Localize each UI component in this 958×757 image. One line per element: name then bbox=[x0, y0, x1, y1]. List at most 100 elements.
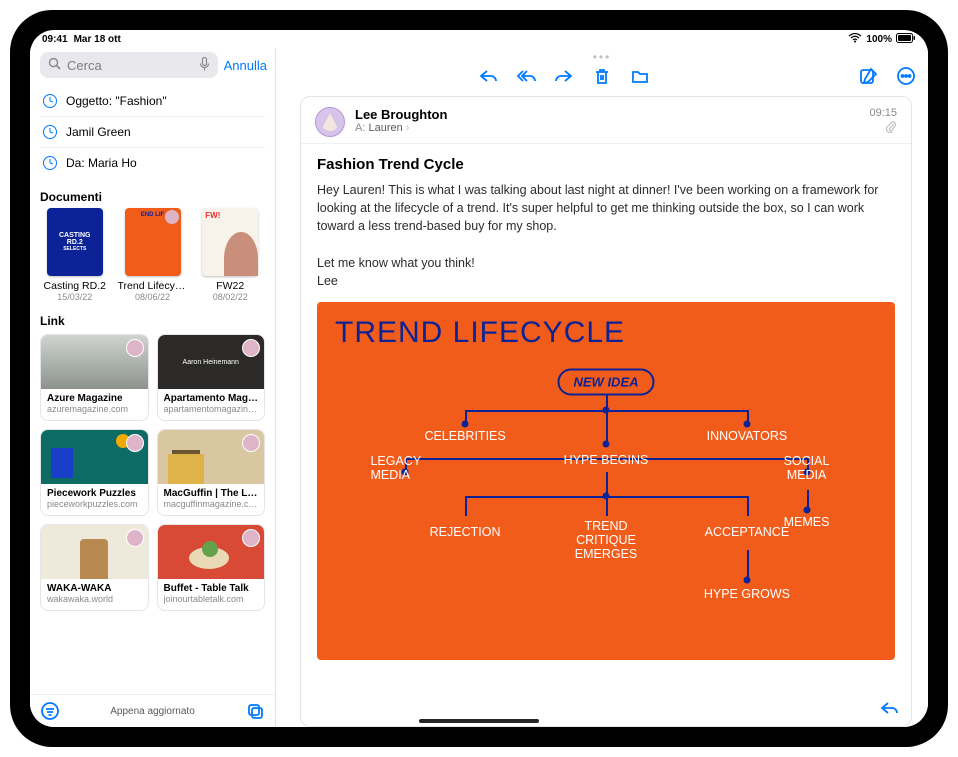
node-new-idea: NEW IDEA bbox=[558, 368, 655, 395]
battery-pct: 100% bbox=[866, 34, 892, 45]
search-icon bbox=[48, 57, 61, 73]
link-url: apartamentomagazine.c… bbox=[164, 404, 259, 414]
link-macguffin[interactable]: MacGuffin | The Lifemacguffinmagazine.co… bbox=[157, 429, 266, 516]
recipient-line[interactable]: A: Lauren › bbox=[355, 122, 859, 134]
window-drag-indicator[interactable]: ••• bbox=[593, 48, 612, 64]
document-date: 08/06/22 bbox=[118, 292, 188, 302]
document-date: 08/02/22 bbox=[196, 292, 266, 302]
link-title: WAKA-WAKA bbox=[47, 583, 142, 594]
link-wakawaka[interactable]: WAKA-WAKAwakawaka.world bbox=[40, 524, 149, 611]
document-fw22[interactable]: FW! FW22 08/02/22 bbox=[196, 208, 266, 302]
sidebar-status: Appena aggiornato bbox=[110, 706, 195, 717]
attachment-icon bbox=[885, 121, 897, 136]
search-input[interactable]: Cerca bbox=[40, 52, 218, 78]
node-legacy-media: LEGACY MEDIA bbox=[370, 454, 440, 482]
node-acceptance: ACCEPTANCE bbox=[705, 525, 790, 539]
status-time: 09:41 bbox=[42, 34, 68, 45]
link-thumb bbox=[41, 430, 148, 484]
document-thumb: CASTINGRD.2SELECTS bbox=[47, 208, 103, 276]
trash-icon[interactable] bbox=[592, 66, 612, 86]
node-memes: MEMES bbox=[784, 515, 830, 529]
node-trend-critique: TREND CRITIQUE EMERGES bbox=[566, 519, 646, 561]
attachment-trend-lifecycle[interactable]: TREND LIFECYCLE bbox=[317, 302, 895, 660]
mic-icon[interactable] bbox=[199, 57, 210, 74]
link-thumb bbox=[158, 430, 265, 484]
message-body: Hey Lauren! This is what I was talking a… bbox=[301, 181, 911, 298]
quick-reply-icon[interactable] bbox=[879, 698, 899, 718]
move-folder-icon[interactable] bbox=[630, 66, 650, 86]
document-trend[interactable]: END LIF Trend Lifecycle 08/06/22 bbox=[118, 208, 188, 302]
link-thumb bbox=[41, 335, 148, 389]
document-title: Trend Lifecycle bbox=[118, 280, 188, 292]
node-hype-grows: HYPE GROWS bbox=[704, 587, 790, 601]
message-card: Lee Broughton A: Lauren › 09:15 bbox=[300, 96, 912, 727]
avatar bbox=[126, 529, 144, 547]
link-thumb bbox=[41, 525, 148, 579]
avatar bbox=[126, 434, 144, 452]
documents-row: CASTINGRD.2SELECTS Casting RD.2 15/03/22… bbox=[30, 208, 275, 308]
message-time: 09:15 bbox=[869, 107, 897, 119]
document-thumb: FW! bbox=[202, 208, 258, 276]
attachment-title: TREND LIFECYCLE bbox=[335, 316, 877, 350]
search-cancel[interactable]: Annulla bbox=[224, 58, 267, 73]
filter-icon[interactable] bbox=[40, 701, 60, 721]
search-placeholder: Cerca bbox=[67, 58, 193, 73]
link-apartamento[interactable]: Aaron Heinemann Apartamento Maga…apartam… bbox=[157, 334, 266, 421]
link-url: macguffinmagazine.com bbox=[164, 499, 259, 509]
avatar bbox=[242, 434, 260, 452]
compose-icon[interactable] bbox=[858, 66, 878, 86]
link-thumb: Aaron Heinemann bbox=[158, 335, 265, 389]
sidebar: Cerca Annulla Oggetto: "Fashion" Jam bbox=[30, 48, 276, 727]
suggestion-from-maria[interactable]: Da: Maria Ho bbox=[40, 147, 265, 178]
node-innovators: INNOVATORS bbox=[707, 429, 788, 443]
avatar bbox=[242, 339, 260, 357]
link-title: Apartamento Maga… bbox=[164, 393, 259, 404]
suggestion-subject[interactable]: Oggetto: "Fashion" bbox=[40, 86, 265, 116]
status-date: Mar 18 ott bbox=[74, 34, 121, 45]
ipad-frame: 09:41 Mar 18 ott 100% bbox=[10, 10, 948, 747]
statusbar: 09:41 Mar 18 ott 100% bbox=[30, 30, 928, 48]
document-date: 15/03/22 bbox=[40, 292, 110, 302]
sidebar-footer: Appena aggiornato bbox=[30, 694, 275, 727]
links-grid: Azure Magazineazuremagazine.com Aaron He… bbox=[30, 332, 275, 619]
link-url: wakawaka.world bbox=[47, 594, 142, 604]
avatar bbox=[126, 339, 144, 357]
history-icon bbox=[42, 124, 58, 140]
link-buffet[interactable]: Buffet - Table Talkjoinourtabletalk.com bbox=[157, 524, 266, 611]
document-title: Casting RD.2 bbox=[40, 280, 110, 292]
node-social-media: SOCIAL MEDIA bbox=[777, 454, 837, 482]
home-indicator[interactable] bbox=[419, 719, 539, 723]
history-icon bbox=[42, 155, 58, 171]
node-celebrities: CELEBRITIES bbox=[424, 429, 505, 443]
link-url: pieceworkpuzzles.com bbox=[47, 499, 142, 509]
document-title: FW22 bbox=[196, 280, 266, 292]
links-heading: Link bbox=[30, 308, 275, 332]
link-azure[interactable]: Azure Magazineazuremagazine.com bbox=[40, 334, 149, 421]
suggestion-person-jamil[interactable]: Jamil Green bbox=[40, 116, 265, 147]
reply-icon[interactable] bbox=[478, 66, 498, 86]
forward-icon[interactable] bbox=[554, 66, 574, 86]
link-piecework[interactable]: Piecework Puzzlespieceworkpuzzles.com bbox=[40, 429, 149, 516]
suggestion-label: Oggetto: "Fashion" bbox=[66, 94, 167, 108]
document-casting[interactable]: CASTINGRD.2SELECTS Casting RD.2 15/03/22 bbox=[40, 208, 110, 302]
message-toolbar bbox=[276, 64, 928, 90]
document-thumb: END LIF bbox=[125, 208, 181, 276]
message-header: Lee Broughton A: Lauren › 09:15 bbox=[301, 97, 911, 144]
link-title: Piecework Puzzles bbox=[47, 488, 142, 499]
link-url: azuremagazine.com bbox=[47, 404, 142, 414]
link-title: Buffet - Table Talk bbox=[164, 583, 259, 594]
screen: 09:41 Mar 18 ott 100% bbox=[30, 30, 928, 727]
more-icon[interactable] bbox=[896, 66, 916, 86]
stack-icon[interactable] bbox=[245, 701, 265, 721]
documents-heading: Documenti bbox=[30, 184, 275, 208]
sender-name[interactable]: Lee Broughton bbox=[355, 107, 859, 122]
message-pane: ••• Lee Brou bbox=[276, 48, 928, 727]
trend-diagram: NEW IDEA CELEBRITIES INNOVATORS LEGACY M… bbox=[335, 360, 877, 620]
sender-avatar[interactable] bbox=[315, 107, 345, 137]
link-url: joinourtabletalk.com bbox=[164, 594, 259, 604]
reply-all-icon[interactable] bbox=[516, 66, 536, 86]
link-title: Azure Magazine bbox=[47, 393, 142, 404]
suggestion-label: Da: Maria Ho bbox=[66, 156, 137, 170]
link-title: MacGuffin | The Life bbox=[164, 488, 259, 499]
history-icon bbox=[42, 93, 58, 109]
